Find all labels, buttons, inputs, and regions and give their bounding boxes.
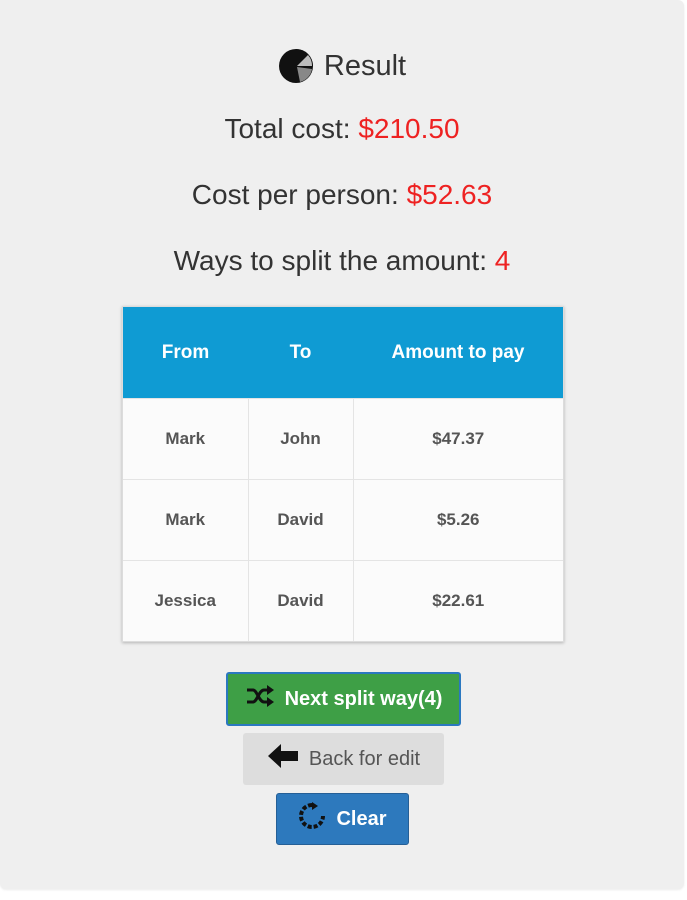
clear-button[interactable]: Clear [276,793,409,845]
cell-to: John [248,398,354,480]
total-cost-label: Total cost: [224,113,351,144]
cell-amount: $47.37 [353,398,563,480]
shuffle-icon [245,684,275,714]
payments-table: From To Amount to pay Mark John $47.37 M… [122,306,564,642]
column-header-amount: Amount to pay [353,307,563,399]
back-for-edit-button[interactable]: Back for edit [243,733,444,785]
ways-to-split-label: Ways to split the amount: [173,245,487,276]
cell-to: David [248,560,354,641]
result-heading: Result [0,44,684,88]
cell-amount: $22.61 [353,560,563,641]
next-split-way-button[interactable]: Next split way(4) [226,672,461,726]
table-row: Mark John $47.37 [123,398,563,480]
ways-to-split-value: 4 [494,245,511,276]
column-header-to: To [248,307,353,399]
column-header-from: From [123,307,248,399]
cost-per-person-label: Cost per person: [191,179,399,210]
cost-per-person-value: $52.63 [406,179,493,210]
cost-per-person-line: Cost per person: $52.63 [0,179,684,211]
cell-from: Jessica [123,560,249,641]
next-split-way-label: Next split way(4) [284,687,443,710]
cell-to: David [248,479,354,561]
cell-from: Mark [123,479,249,561]
ways-to-split-line: Ways to split the amount: 4 [0,245,684,277]
arrow-left-icon [267,743,299,775]
table-row: Mark David $5.26 [123,479,563,561]
table-header-row: From To Amount to pay [123,307,563,399]
refresh-icon [298,802,326,836]
back-for-edit-label: Back for edit [308,747,421,770]
result-title: Result [323,49,407,82]
pie-chart-icon [278,48,314,84]
total-cost-value: $210.50 [358,113,460,144]
clear-label: Clear [336,807,387,830]
total-cost-line: Total cost: $210.50 [0,113,684,145]
result-panel: Result Total cost: $210.50 Cost per pers… [0,0,684,889]
cell-amount: $5.26 [353,479,563,561]
cell-from: Mark [123,398,249,480]
table-row: Jessica David $22.61 [123,560,563,641]
